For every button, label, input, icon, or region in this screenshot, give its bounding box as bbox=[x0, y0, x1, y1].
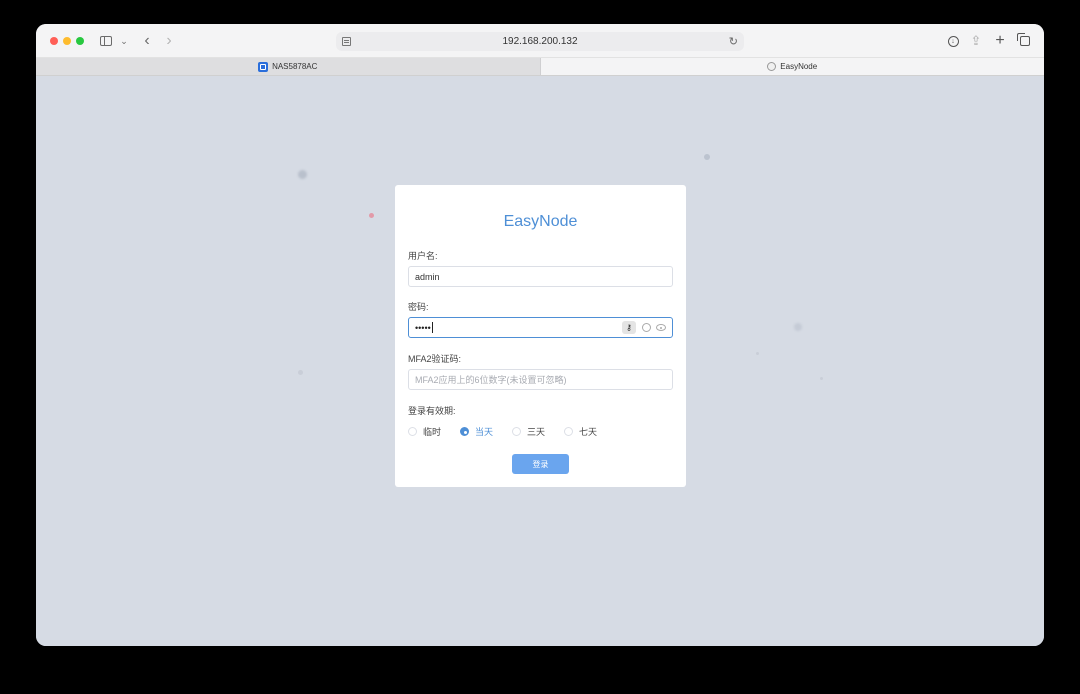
reload-icon[interactable]: ↻ bbox=[729, 35, 738, 48]
new-tab-icon[interactable]: + bbox=[993, 31, 1007, 51]
login-card: EasyNode 用户名: admin 密码: ••••• ⚷ MFA2验证码:… bbox=[395, 185, 686, 487]
password-label: 密码: bbox=[408, 302, 429, 312]
validity-label: 登录有效期: bbox=[408, 406, 456, 416]
login-button[interactable]: 登录 bbox=[512, 454, 569, 474]
password-input[interactable]: ••••• ⚷ bbox=[408, 317, 673, 338]
radio-label: 临时 bbox=[423, 427, 442, 437]
radio-three-days[interactable]: 三天 bbox=[512, 425, 545, 438]
sidebar-toggle-icon[interactable] bbox=[98, 31, 114, 51]
radio-label: 当天 bbox=[475, 427, 494, 437]
radio-today[interactable]: 当天 bbox=[460, 425, 493, 438]
downloads-icon[interactable]: ↓ bbox=[946, 31, 960, 51]
address-bar[interactable]: 192.168.200.132 ↻ bbox=[336, 32, 744, 51]
login-title: EasyNode bbox=[503, 213, 578, 230]
tab-nas[interactable]: NAS5878AC bbox=[36, 58, 541, 75]
browser-window: ⌄ ‹ › 192.168.200.132 ↻ ↓ ⇪ + NAS5878AC … bbox=[36, 24, 1044, 646]
key-icon[interactable]: ⚷ bbox=[622, 321, 636, 334]
share-icon[interactable]: ⇪ bbox=[969, 31, 983, 51]
browser-toolbar: ⌄ ‹ › 192.168.200.132 ↻ ↓ ⇪ + bbox=[36, 24, 1044, 58]
nas-favicon-icon bbox=[258, 61, 269, 72]
page-menu-icon[interactable] bbox=[342, 37, 351, 46]
tab-easynode[interactable]: EasyNode bbox=[540, 58, 1044, 75]
username-input[interactable]: admin bbox=[408, 266, 673, 287]
username-value: admin bbox=[415, 271, 440, 282]
background-particle bbox=[820, 377, 823, 380]
radio-circle[interactable] bbox=[408, 427, 417, 436]
mfa-input-field[interactable] bbox=[415, 374, 615, 385]
forward-icon[interactable]: › bbox=[162, 31, 176, 51]
mfa-label: MFA2验证码: bbox=[408, 354, 462, 364]
radio-label: 七天 bbox=[579, 427, 598, 437]
radio-circle[interactable] bbox=[512, 427, 522, 436]
tab-overview-icon[interactable] bbox=[1017, 31, 1032, 51]
zoom-window-button[interactable] bbox=[76, 37, 84, 45]
background-particle bbox=[298, 170, 307, 179]
background-particle bbox=[704, 154, 710, 160]
radio-seven-days[interactable]: 七天 bbox=[564, 425, 597, 438]
text-caret bbox=[431, 322, 433, 333]
password-value: ••••• bbox=[415, 322, 431, 333]
background-particle bbox=[298, 370, 303, 375]
tab-bar: NAS5878AC EasyNode bbox=[36, 58, 1044, 76]
background-particle bbox=[794, 323, 802, 331]
radio-label: 三天 bbox=[527, 427, 546, 437]
validity-radio-group: 临时 当天 三天 七天 bbox=[408, 425, 616, 438]
clock-icon[interactable] bbox=[642, 323, 651, 332]
radio-circle[interactable] bbox=[460, 427, 470, 436]
url-text: 192.168.200.132 bbox=[502, 36, 578, 47]
background-particle bbox=[756, 352, 759, 355]
radio-temporary[interactable]: 临时 bbox=[408, 425, 441, 438]
back-icon[interactable]: ‹ bbox=[140, 31, 154, 51]
username-label: 用户名: bbox=[408, 251, 438, 261]
easynode-favicon-icon bbox=[767, 62, 777, 71]
minimize-window-button[interactable] bbox=[63, 37, 71, 45]
tab-label: EasyNode bbox=[780, 62, 818, 71]
tab-label: NAS5878AC bbox=[272, 62, 318, 71]
mfa-input[interactable] bbox=[408, 369, 673, 390]
eye-icon[interactable] bbox=[656, 324, 666, 331]
radio-circle[interactable] bbox=[564, 427, 574, 436]
page-content: EasyNode 用户名: admin 密码: ••••• ⚷ MFA2验证码:… bbox=[36, 77, 1044, 646]
chevron-down-icon[interactable]: ⌄ bbox=[119, 31, 129, 51]
background-particle bbox=[369, 213, 374, 218]
close-window-button[interactable] bbox=[50, 37, 58, 45]
